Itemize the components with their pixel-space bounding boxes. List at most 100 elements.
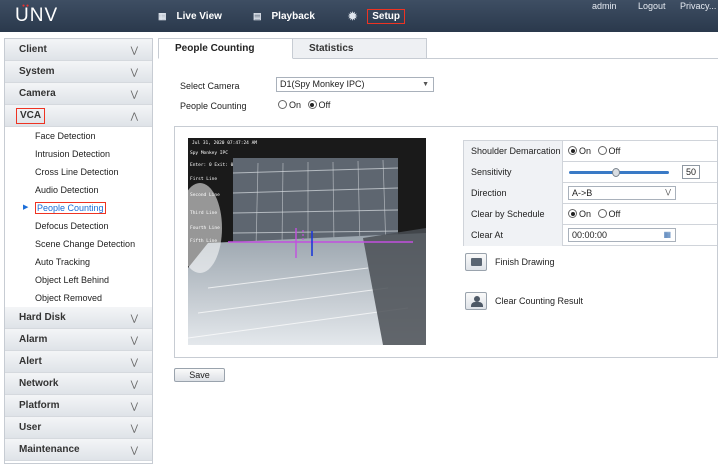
clear-schedule-off-radio[interactable]: Off xyxy=(597,209,620,219)
direction-value: A->B xyxy=(572,188,593,198)
sidebar-subitem-label: Defocus Detection xyxy=(35,221,109,231)
admin-user[interactable]: admin xyxy=(592,1,617,11)
chevron-down-icon: ⋁ xyxy=(130,423,138,433)
shoulder-demarcation-toggle: On Off xyxy=(563,141,717,162)
tab-statistics[interactable]: Statistics xyxy=(292,38,427,59)
chevron-down-icon: ⋁ xyxy=(130,313,138,323)
chevron-down-icon: ⋁ xyxy=(130,445,138,455)
privacy-link[interactable]: Privacy... xyxy=(680,1,716,11)
sidebar-subitem-people-counting[interactable]: ▶ People Counting xyxy=(5,199,152,217)
sidebar-subitem-face-detection[interactable]: Face Detection xyxy=(5,127,152,145)
sidebar-subitem-label: Intrusion Detection xyxy=(35,149,111,159)
tab-label: People Counting xyxy=(175,43,255,54)
radio-on-label: On xyxy=(289,100,302,110)
sidebar-subitem-audio-detection[interactable]: Audio Detection xyxy=(5,181,152,199)
sidebar-item-client[interactable]: Client ⋁ xyxy=(5,39,152,61)
nav-setup[interactable]: ✹ Setup xyxy=(348,0,405,32)
direction-dropdown[interactable]: A->B ⋁ xyxy=(568,186,676,200)
sensitivity-control: 50 xyxy=(563,162,717,183)
radio-on-label: On xyxy=(579,146,592,156)
radio-icon xyxy=(597,146,607,155)
nav-setup-label: Setup xyxy=(367,8,405,24)
select-camera-dropdown[interactable]: D1(Spy Monkey IPC) ▼ xyxy=(276,77,434,92)
radio-on-label: On xyxy=(579,209,592,219)
sidebar-subitem-defocus-detection[interactable]: Defocus Detection xyxy=(5,217,152,235)
people-counting-label: People Counting xyxy=(180,101,247,111)
sidebar-item-label: Camera xyxy=(19,88,56,99)
sidebar-item-system[interactable]: System ⋁ xyxy=(5,61,152,83)
sidebar-item-alarm[interactable]: Alarm ⋁ xyxy=(5,329,152,351)
sidebar-subitem-label: Object Left Behind xyxy=(35,275,110,285)
radio-icon xyxy=(597,209,607,218)
sidebar-item-label: Alert xyxy=(19,356,42,367)
selected-arrow-icon: ▶ xyxy=(23,204,29,211)
video-preview[interactable]: Jul 31, 2020 07:47:24 AM Spy Monkey IPC … xyxy=(188,138,426,345)
sensitivity-label: Sensitivity xyxy=(463,162,563,183)
chevron-down-icon: ⋁ xyxy=(130,379,138,389)
clear-by-schedule-row: Clear by Schedule On Off xyxy=(463,204,717,225)
main-content: Statistics People Counting Select Camera… xyxy=(158,38,718,464)
logout-link[interactable]: Logout xyxy=(638,1,666,11)
radio-icon xyxy=(568,146,577,155)
sidebar-subitem-auto-tracking[interactable]: Auto Tracking xyxy=(5,253,152,271)
camera-scene xyxy=(188,138,426,345)
finish-drawing-button[interactable] xyxy=(465,253,487,271)
chevron-up-icon: ⋀ xyxy=(130,111,138,121)
sidebar-subitem-object-left-behind[interactable]: Object Left Behind xyxy=(5,271,152,289)
radio-icon xyxy=(307,100,317,109)
clear-at-label: Clear At xyxy=(463,225,563,246)
clear-by-schedule-label: Clear by Schedule xyxy=(463,204,563,225)
sidebar-item-camera[interactable]: Camera ⋁ xyxy=(5,83,152,105)
sidebar-item-user[interactable]: User ⋁ xyxy=(5,417,152,439)
sidebar-subitem-intrusion-detection[interactable]: Intrusion Detection xyxy=(5,145,152,163)
clear-schedule-on-radio[interactable]: On xyxy=(568,209,591,219)
sidebar-subitem-object-removed[interactable]: Object Removed xyxy=(5,289,152,307)
sidebar-item-maintenance[interactable]: Maintenance ⋁ xyxy=(5,439,152,461)
chevron-down-icon: ⋁ xyxy=(130,67,138,77)
nav-playback[interactable]: ▤ Playback xyxy=(253,0,315,32)
sidebar-item-alert[interactable]: Alert ⋁ xyxy=(5,351,152,373)
eraser-icon xyxy=(471,258,482,266)
sidebar-subitem-label: Object Removed xyxy=(35,293,103,303)
chevron-down-icon: ⋁ xyxy=(130,45,138,55)
sidebar-subitem-scene-change-detection[interactable]: Scene Change Detection xyxy=(5,235,152,253)
calendar-icon: ▦ xyxy=(663,230,671,239)
sidebar-item-label: Hard Disk xyxy=(19,312,66,323)
sidebar-subitem-label: Cross Line Detection xyxy=(35,167,119,177)
video-line-label: First Line xyxy=(190,177,218,182)
tab-bar: Statistics People Counting xyxy=(158,38,718,59)
clear-counting-result-button[interactable] xyxy=(465,292,487,310)
sensitivity-value-input[interactable]: 50 xyxy=(682,165,700,179)
chevron-down-icon: ⋁ xyxy=(130,89,138,99)
sidebar-item-label: Alarm xyxy=(19,334,48,345)
nav-live-view[interactable]: ▦ Live View xyxy=(158,0,222,32)
video-timestamp: Jul 31, 2020 07:47:24 AM xyxy=(192,141,258,146)
clear-at-value: 00:00:00 xyxy=(572,230,608,240)
clear-at-time-input[interactable]: 00:00:00 ▦ xyxy=(568,228,676,242)
person-icon-body xyxy=(471,302,483,307)
top-bar: ●● UNV ▦ Live View ▤ Playback ✹ Setup ad… xyxy=(0,0,718,32)
video-counts: Enter: 0 Exit: 0 xyxy=(190,163,234,168)
shoulder-on-radio[interactable]: On xyxy=(568,146,591,156)
sidebar-subitem-label: People Counting xyxy=(35,202,106,214)
sensitivity-slider-handle[interactable] xyxy=(612,168,620,177)
shoulder-demarcation-row: Shoulder Demarcation On Off xyxy=(463,141,717,162)
tab-people-counting[interactable]: People Counting xyxy=(158,38,293,59)
people-counting-off-radio[interactable]: Off xyxy=(307,100,330,110)
people-counting-on-radio[interactable]: On xyxy=(278,100,301,110)
shoulder-off-radio[interactable]: Off xyxy=(597,146,620,156)
sidebar-item-label: User xyxy=(19,422,42,433)
sidebar-subitem-label: Auto Tracking xyxy=(35,257,91,267)
sidebar-item-label: System xyxy=(19,66,55,77)
sidebar-item-network[interactable]: Network ⋁ xyxy=(5,373,152,395)
video-line-label: Third Line xyxy=(190,211,218,216)
radio-icon xyxy=(278,100,287,109)
sidebar-item-platform[interactable]: Platform ⋁ xyxy=(5,395,152,417)
settings-grid: Shoulder Demarcation On Off Sensitivity … xyxy=(463,140,717,246)
sidebar-item-label: Maintenance xyxy=(19,444,80,455)
sidebar-item-hard-disk[interactable]: Hard Disk ⋁ xyxy=(5,307,152,329)
sidebar-subitem-cross-line-detection[interactable]: Cross Line Detection xyxy=(5,163,152,181)
tab-label: Statistics xyxy=(309,43,354,54)
save-button[interactable]: Save xyxy=(174,368,225,382)
sidebar-item-vca[interactable]: VCA ⋀ xyxy=(5,105,152,127)
